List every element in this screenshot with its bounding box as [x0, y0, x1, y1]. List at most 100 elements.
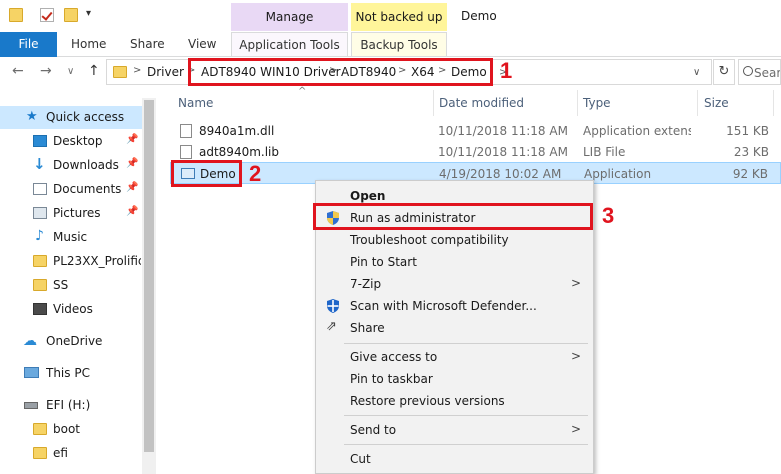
sidebar-item-downloads[interactable]: ↓ Downloads 📌 [0, 154, 142, 177]
file-size: 23 KB [733, 145, 769, 159]
column-header-date[interactable]: Date modified [439, 96, 524, 110]
column-divider[interactable] [433, 90, 434, 116]
file-size: 92 KB [732, 167, 768, 181]
chevron-right-icon: > [570, 276, 581, 290]
column-header-type[interactable]: Type [583, 96, 611, 110]
sidebar-item-ss[interactable]: SS [0, 274, 142, 297]
sidebar-item-label: Videos [53, 302, 93, 316]
manage-context-tab: Manage [231, 3, 348, 31]
table-row[interactable]: adt8940m.lib 10/11/2018 11:18 AM LIB Fil… [170, 141, 781, 163]
annotation-box-address [188, 58, 493, 86]
not-backed-up-context-tab: Not backed up [351, 3, 447, 31]
tab-backup-tools[interactable]: Backup Tools [351, 32, 447, 56]
tab-home[interactable]: Home [71, 32, 106, 56]
menu-item-share[interactable]: ⇗ Share [316, 317, 593, 339]
up-icon[interactable]: ↑ [88, 63, 100, 79]
sidebar-item-pictures[interactable]: Pictures 📌 [0, 202, 142, 225]
menu-item-label: Pin to taskbar [350, 372, 433, 386]
sidebar-item-label: SS [53, 278, 69, 292]
nav-scrollbar-thumb[interactable] [144, 100, 154, 452]
sidebar-item-music[interactable]: ♪ Music [0, 226, 142, 249]
annotation-box-run-as-admin [313, 203, 593, 230]
menu-separator [344, 343, 588, 344]
sidebar-item-label: efi [53, 446, 68, 460]
search-icon [743, 66, 753, 76]
menu-item-send-to[interactable]: Send to > [316, 419, 593, 441]
menu-item-label: Restore previous versions [350, 394, 505, 408]
column-divider[interactable] [773, 90, 774, 116]
file-name: 8940a1m.dll [199, 124, 275, 138]
column-divider[interactable] [697, 90, 698, 116]
annotation-marker-2: 2 [249, 161, 262, 186]
menu-item-label: Give access to [350, 350, 438, 364]
documents-icon [33, 183, 47, 195]
customize-quick-access-icon[interactable]: ▾ [86, 8, 91, 19]
menu-item-label: Open [350, 189, 386, 203]
tab-file[interactable]: File [0, 32, 57, 57]
folder-icon [33, 423, 47, 435]
pin-icon[interactable]: 📌 [126, 158, 138, 169]
sidebar-item-desktop[interactable]: Desktop 📌 [0, 130, 142, 153]
tab-share[interactable]: Share [130, 32, 165, 56]
sidebar-item-efi-drive[interactable]: EFI (H:) [0, 394, 142, 417]
sidebar-item-quick-access[interactable]: ★ Quick access [0, 106, 142, 129]
menu-item-scan-defender[interactable]: Scan with Microsoft Defender... [316, 295, 593, 317]
sidebar-item-this-pc[interactable]: This PC [0, 362, 142, 385]
menu-item-cut[interactable]: Cut [316, 448, 593, 470]
sidebar-item-label: Music [53, 230, 88, 244]
menu-item-give-access[interactable]: Give access to > [316, 346, 593, 368]
search-input[interactable]: Search Demo [738, 59, 781, 85]
dll-file-icon [180, 124, 192, 138]
column-header-size[interactable]: Size [704, 96, 729, 110]
menu-separator [344, 415, 588, 416]
menu-item-label: Send to [350, 423, 397, 437]
refresh-button[interactable]: ↻ [713, 59, 735, 85]
forward-icon[interactable]: → [40, 63, 52, 79]
sidebar-item-pl23xx[interactable]: PL23XX_Prolific_ [0, 250, 142, 273]
menu-item-label: Troubleshoot compatibility [350, 233, 509, 247]
sidebar-item-efi[interactable]: efi [0, 442, 142, 465]
folder-icon[interactable] [9, 8, 23, 22]
sidebar-item-label: Quick access [46, 110, 125, 124]
table-row[interactable]: 8940a1m.dll 10/11/2018 11:18 AM Applicat… [170, 120, 781, 142]
annotation-marker-1: 1 [500, 58, 513, 83]
chevron-right-icon: > [133, 65, 142, 76]
sidebar-item-label: EFI (H:) [46, 398, 91, 412]
pictures-icon [33, 207, 47, 219]
desktop-icon [33, 135, 47, 147]
new-folder-icon[interactable] [64, 8, 78, 22]
column-header-name[interactable]: Name [178, 96, 213, 110]
menu-item-restore-previous-versions[interactable]: Restore previous versions [316, 390, 593, 412]
window-title: Demo [461, 9, 497, 23]
menu-item-pin-to-taskbar[interactable]: Pin to taskbar [316, 368, 593, 390]
tab-application-tools[interactable]: Application Tools [231, 32, 348, 56]
column-divider[interactable] [577, 90, 578, 116]
menu-item-troubleshoot[interactable]: Troubleshoot compatibility [316, 229, 593, 251]
tab-view[interactable]: View [188, 32, 216, 56]
lib-file-icon [180, 145, 192, 159]
recent-locations-icon[interactable]: ∨ [67, 66, 74, 77]
back-icon[interactable]: ← [12, 63, 24, 79]
sidebar-item-videos[interactable]: Videos [0, 298, 142, 321]
navigation-pane: ★ Quick access Desktop 📌 ↓ Downloads 📌 D… [0, 96, 158, 474]
pin-icon[interactable]: 📌 [126, 206, 138, 217]
sidebar-item-boot[interactable]: boot [0, 418, 142, 441]
properties-icon[interactable] [40, 8, 54, 22]
ribbon-tabs: File Home Share View Application Tools B… [0, 32, 781, 57]
breadcrumb-driver[interactable]: Driver [147, 65, 184, 79]
menu-item-7zip[interactable]: 7-Zip > [316, 273, 593, 295]
pin-icon[interactable]: 📌 [126, 182, 138, 193]
address-history-dropdown-icon[interactable]: ∨ [693, 67, 700, 78]
music-icon: ♪ [35, 228, 44, 244]
defender-icon [326, 299, 340, 313]
download-icon: ↓ [33, 155, 46, 173]
folder-icon [33, 279, 47, 291]
file-type: Application [584, 167, 652, 181]
videos-icon [33, 303, 47, 315]
title-bar: ▾ Manage Not backed up Demo [0, 0, 781, 32]
sidebar-item-onedrive[interactable]: ☁ OneDrive [0, 330, 142, 353]
sidebar-item-documents[interactable]: Documents 📌 [0, 178, 142, 201]
menu-item-label: Share [350, 321, 385, 335]
menu-item-pin-to-start[interactable]: Pin to Start [316, 251, 593, 273]
pin-icon[interactable]: 📌 [126, 134, 138, 145]
